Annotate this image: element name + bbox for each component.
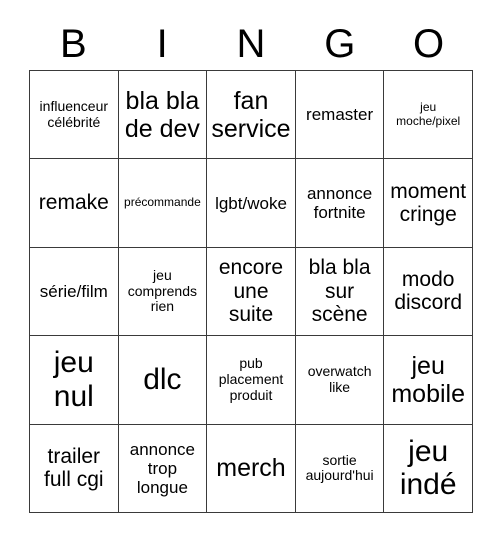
bingo-cell-r2c1[interactable]: remake [30,159,119,248]
header-letter-o: O [413,22,445,66]
bingo-cell-label: bla bla de dev [124,86,200,143]
bingo-cell-r3c5[interactable]: modo discord [384,247,473,337]
bingo-cell-r4c1[interactable]: jeu nul [30,336,119,425]
bingo-cell-label: remaster [306,105,374,125]
bingo-cell-r1c2[interactable]: bla bla de dev [118,71,208,160]
bingo-cell-label: influenceur célébrité [39,98,109,130]
bingo-cell-label: encore une suite [218,256,284,327]
bingo-cell-r4c4[interactable]: overwatch like [295,336,385,425]
bingo-cell-label: modo discord [394,267,463,315]
bingo-cell-r3c4[interactable]: bla bla sur scène [295,247,385,337]
bingo-cell-label: merch [216,454,286,483]
bingo-cell-label: bla bla sur scène [308,256,371,327]
bingo-cell-label: jeu comprends rien [127,266,198,315]
bingo-cell-label: fan service [211,86,291,143]
bingo-cell-r5c3[interactable]: merch [207,424,296,513]
bingo-cell-label: jeu moche/pixel [396,100,461,128]
bingo-cell-r1c3[interactable]: fan service [207,71,296,160]
bingo-cell-r5c1[interactable]: trailer full cgi [30,424,119,513]
bingo-cell-r1c5[interactable]: jeu moche/pixel [384,71,473,160]
bingo-cell-r1c1[interactable]: influenceur célébrité [30,71,119,160]
bingo-cell-r2c2[interactable]: précommande [118,159,208,248]
bingo-cell-r4c3[interactable]: pub placement produit [207,336,296,425]
bingo-cell-label: moment cringe [390,179,467,227]
bingo-cell-r2c3[interactable]: lgbt/woke [207,159,296,248]
bingo-cell-r5c5[interactable]: jeu indé [384,424,473,513]
bingo-cell-label: dlc [143,363,182,397]
header-letter-b: B [60,22,87,66]
header-letter-i: I [156,22,168,66]
bingo-cell-r5c4[interactable]: sortie aujourd'hui [295,424,385,513]
bingo-cell-r4c5[interactable]: jeu mobile [384,336,473,425]
bingo-cell-label: précommande [124,195,201,210]
bingo-cell-label: annonce trop longue [129,439,195,497]
bingo-cell-r4c2[interactable]: dlc [118,336,208,425]
bingo-cell-r3c2[interactable]: jeu comprends rien [118,247,208,337]
bingo-cell-r5c2[interactable]: annonce trop longue [118,424,208,513]
bingo-cell-r2c5[interactable]: moment cringe [384,159,473,248]
bingo-cell-r3c3[interactable]: encore une suite [207,247,296,337]
bingo-cell-r2c4[interactable]: annonce fortnite [295,159,385,248]
bingo-cell-r3c1[interactable]: série/film [30,247,119,337]
bingo-header-row: B I N G O [29,18,473,70]
bingo-cell-label: sortie aujourd'hui [305,451,374,484]
bingo-cell-label: pub placement produit [218,355,284,403]
bingo-card: B I N G O influenceur célébrité bla bla d… [0,0,500,544]
bingo-cell-label: remake [38,191,109,215]
bingo-cell-r1c4[interactable]: remaster [295,71,385,160]
bingo-cell-label: série/film [39,281,108,301]
bingo-cell-label: annonce fortnite [306,184,373,223]
bingo-cell-label: overwatch like [307,363,372,395]
bingo-cell-label: jeu nul [53,346,94,413]
header-letter-n: N [236,22,266,66]
bingo-cell-label: jeu indé [399,434,457,502]
bingo-cell-label: lgbt/woke [215,193,287,213]
bingo-grid: influenceur célébrité bla bla de dev fan s… [29,70,473,513]
bingo-cell-label: jeu mobile [391,351,466,408]
bingo-cell-label: trailer full cgi [44,444,104,492]
header-letter-g: G [324,22,356,66]
